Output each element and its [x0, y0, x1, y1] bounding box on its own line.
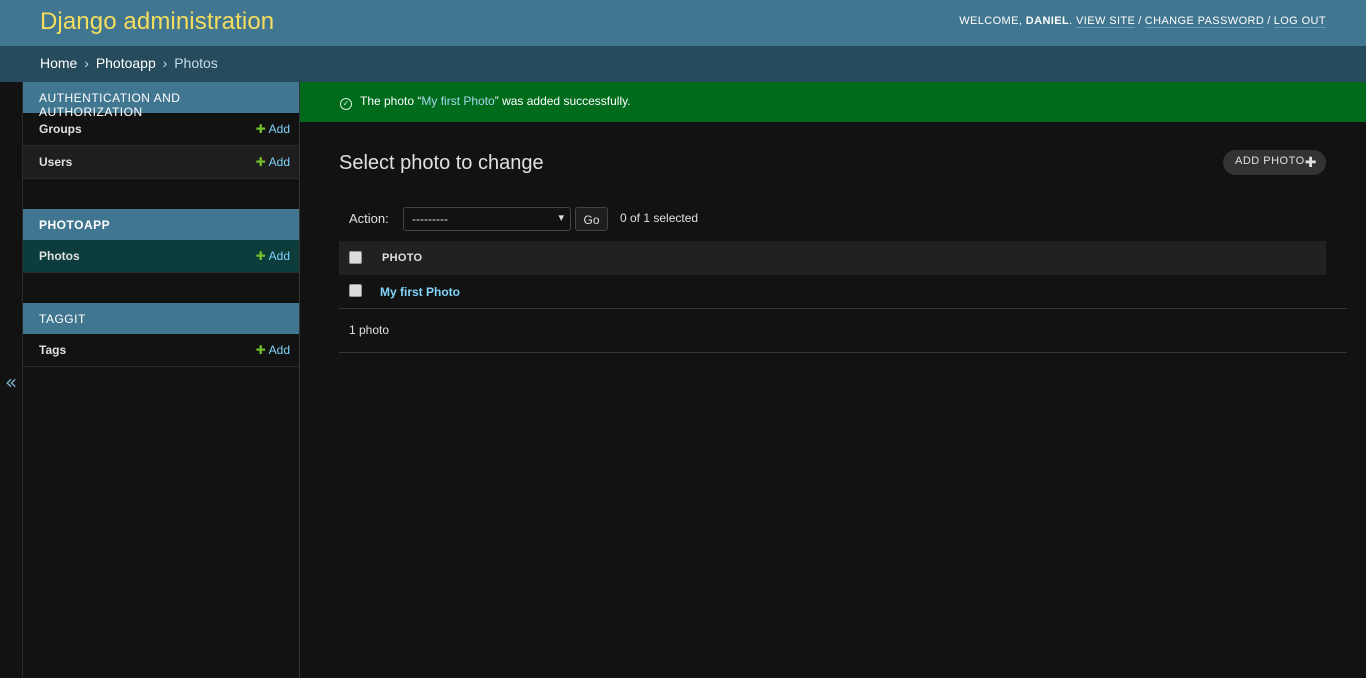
add-label: Add [268, 122, 290, 136]
welcome-text: Welcome, [959, 15, 1023, 27]
add-photos-link[interactable]: ✚ Add [256, 249, 290, 263]
sidebar-module-photoapp: Photoapp Photos ✚ Add [23, 209, 299, 273]
add-icon: ✚ [255, 155, 266, 169]
breadcrumb-photoapp[interactable]: Photoapp [96, 55, 156, 71]
sidebar-item-label[interactable]: Photos [39, 249, 80, 263]
message-object-link[interactable]: My first Photo [421, 94, 494, 108]
select-all-checkbox[interactable] [349, 251, 362, 264]
page-title: Select photo to change [339, 152, 544, 174]
sidebar-module-auth: Authentication and Authorization Groups … [23, 82, 299, 179]
action-selected-value: --------- [412, 212, 448, 226]
sidebar-module-taggit: Taggit Tags ✚ Add [23, 303, 299, 367]
header: Django administration Welcome, Daniel. V… [0, 0, 1366, 46]
separator: / [1138, 15, 1142, 27]
add-tags-link[interactable]: ✚ Add [256, 343, 290, 357]
add-label: Add [268, 155, 290, 169]
sidebar-item-label[interactable]: Users [39, 155, 72, 169]
breadcrumb-separator: › [162, 55, 168, 71]
add-label: Add [268, 343, 290, 357]
go-button[interactable]: Go [575, 207, 608, 231]
breadcrumb-home[interactable]: Home [40, 55, 77, 71]
add-photo-button[interactable]: Add photo ✚ [1223, 150, 1326, 175]
sidebar-item-tags[interactable]: Tags ✚ Add [23, 334, 299, 367]
add-groups-link[interactable]: ✚ Add [256, 122, 290, 136]
change-password-link[interactable]: Change password [1144, 15, 1265, 28]
table-header: Photo [339, 241, 1326, 275]
plus-icon: ✚ [1304, 154, 1317, 170]
table-row: My first Photo [339, 275, 1347, 309]
nav-sidebar: Authentication and Authorization Groups … [23, 82, 300, 678]
collapse-sidebar-icon: « [5, 370, 18, 394]
add-icon: ✚ [255, 122, 266, 136]
add-icon: ✚ [255, 249, 266, 263]
breadcrumb-separator: › [84, 55, 89, 71]
add-label: Add [268, 249, 290, 263]
add-users-link[interactable]: ✚ Add [256, 155, 290, 169]
success-message: ✓ The photo “My first Photo” was added su… [300, 82, 1366, 122]
username: Daniel [1025, 15, 1070, 27]
sidebar-item-photos[interactable]: Photos ✚ Add [23, 240, 299, 273]
chevron-down-icon: ▾ [558, 212, 564, 224]
selection-counter: 0 of 1 selected [620, 211, 699, 225]
action-select[interactable]: --------- ▾ [403, 207, 571, 231]
actions-bar: Action: --------- ▾ Go 0 of 1 selected [339, 204, 1326, 234]
sidebar-item-label[interactable]: Tags [39, 343, 66, 357]
sidebar-item-users[interactable]: Users ✚ Add [23, 146, 299, 179]
sidebar-item-groups[interactable]: Groups ✚ Add [23, 113, 299, 146]
site-name[interactable]: Django administration [40, 8, 274, 36]
sidebar-toggle-button[interactable]: « [0, 82, 23, 678]
add-icon: ✚ [255, 343, 266, 357]
separator: / [1267, 15, 1271, 27]
paginator: 1 photo [339, 309, 1347, 353]
column-header-photo[interactable]: Photo [382, 252, 422, 264]
action-label: Action: [349, 211, 389, 226]
row-link[interactable]: My first Photo [380, 285, 460, 299]
breadcrumb-current: Photos [174, 55, 218, 71]
user-tools: Welcome, Daniel. View site / Change passwo… [959, 15, 1326, 28]
add-photo-label: Add photo [1235, 155, 1305, 167]
row-checkbox[interactable] [349, 284, 362, 297]
log-out-link[interactable]: Log out [1273, 15, 1326, 28]
sidebar-module-caption[interactable]: Authentication and Authorization [23, 82, 299, 119]
view-site-link[interactable]: View site [1076, 15, 1136, 28]
message-suffix: ” was added successfully. [494, 94, 631, 108]
sidebar-module-caption[interactable]: Taggit [23, 303, 299, 334]
breadcrumb: Home › Photoapp › Photos [0, 46, 1366, 82]
message-prefix: The photo “ [360, 94, 422, 108]
result-table: Photo My first Photo [339, 241, 1347, 309]
sidebar-module-caption[interactable]: Photoapp [23, 209, 299, 240]
sidebar-item-label[interactable]: Groups [39, 122, 82, 136]
success-check-icon: ✓ [340, 98, 352, 110]
